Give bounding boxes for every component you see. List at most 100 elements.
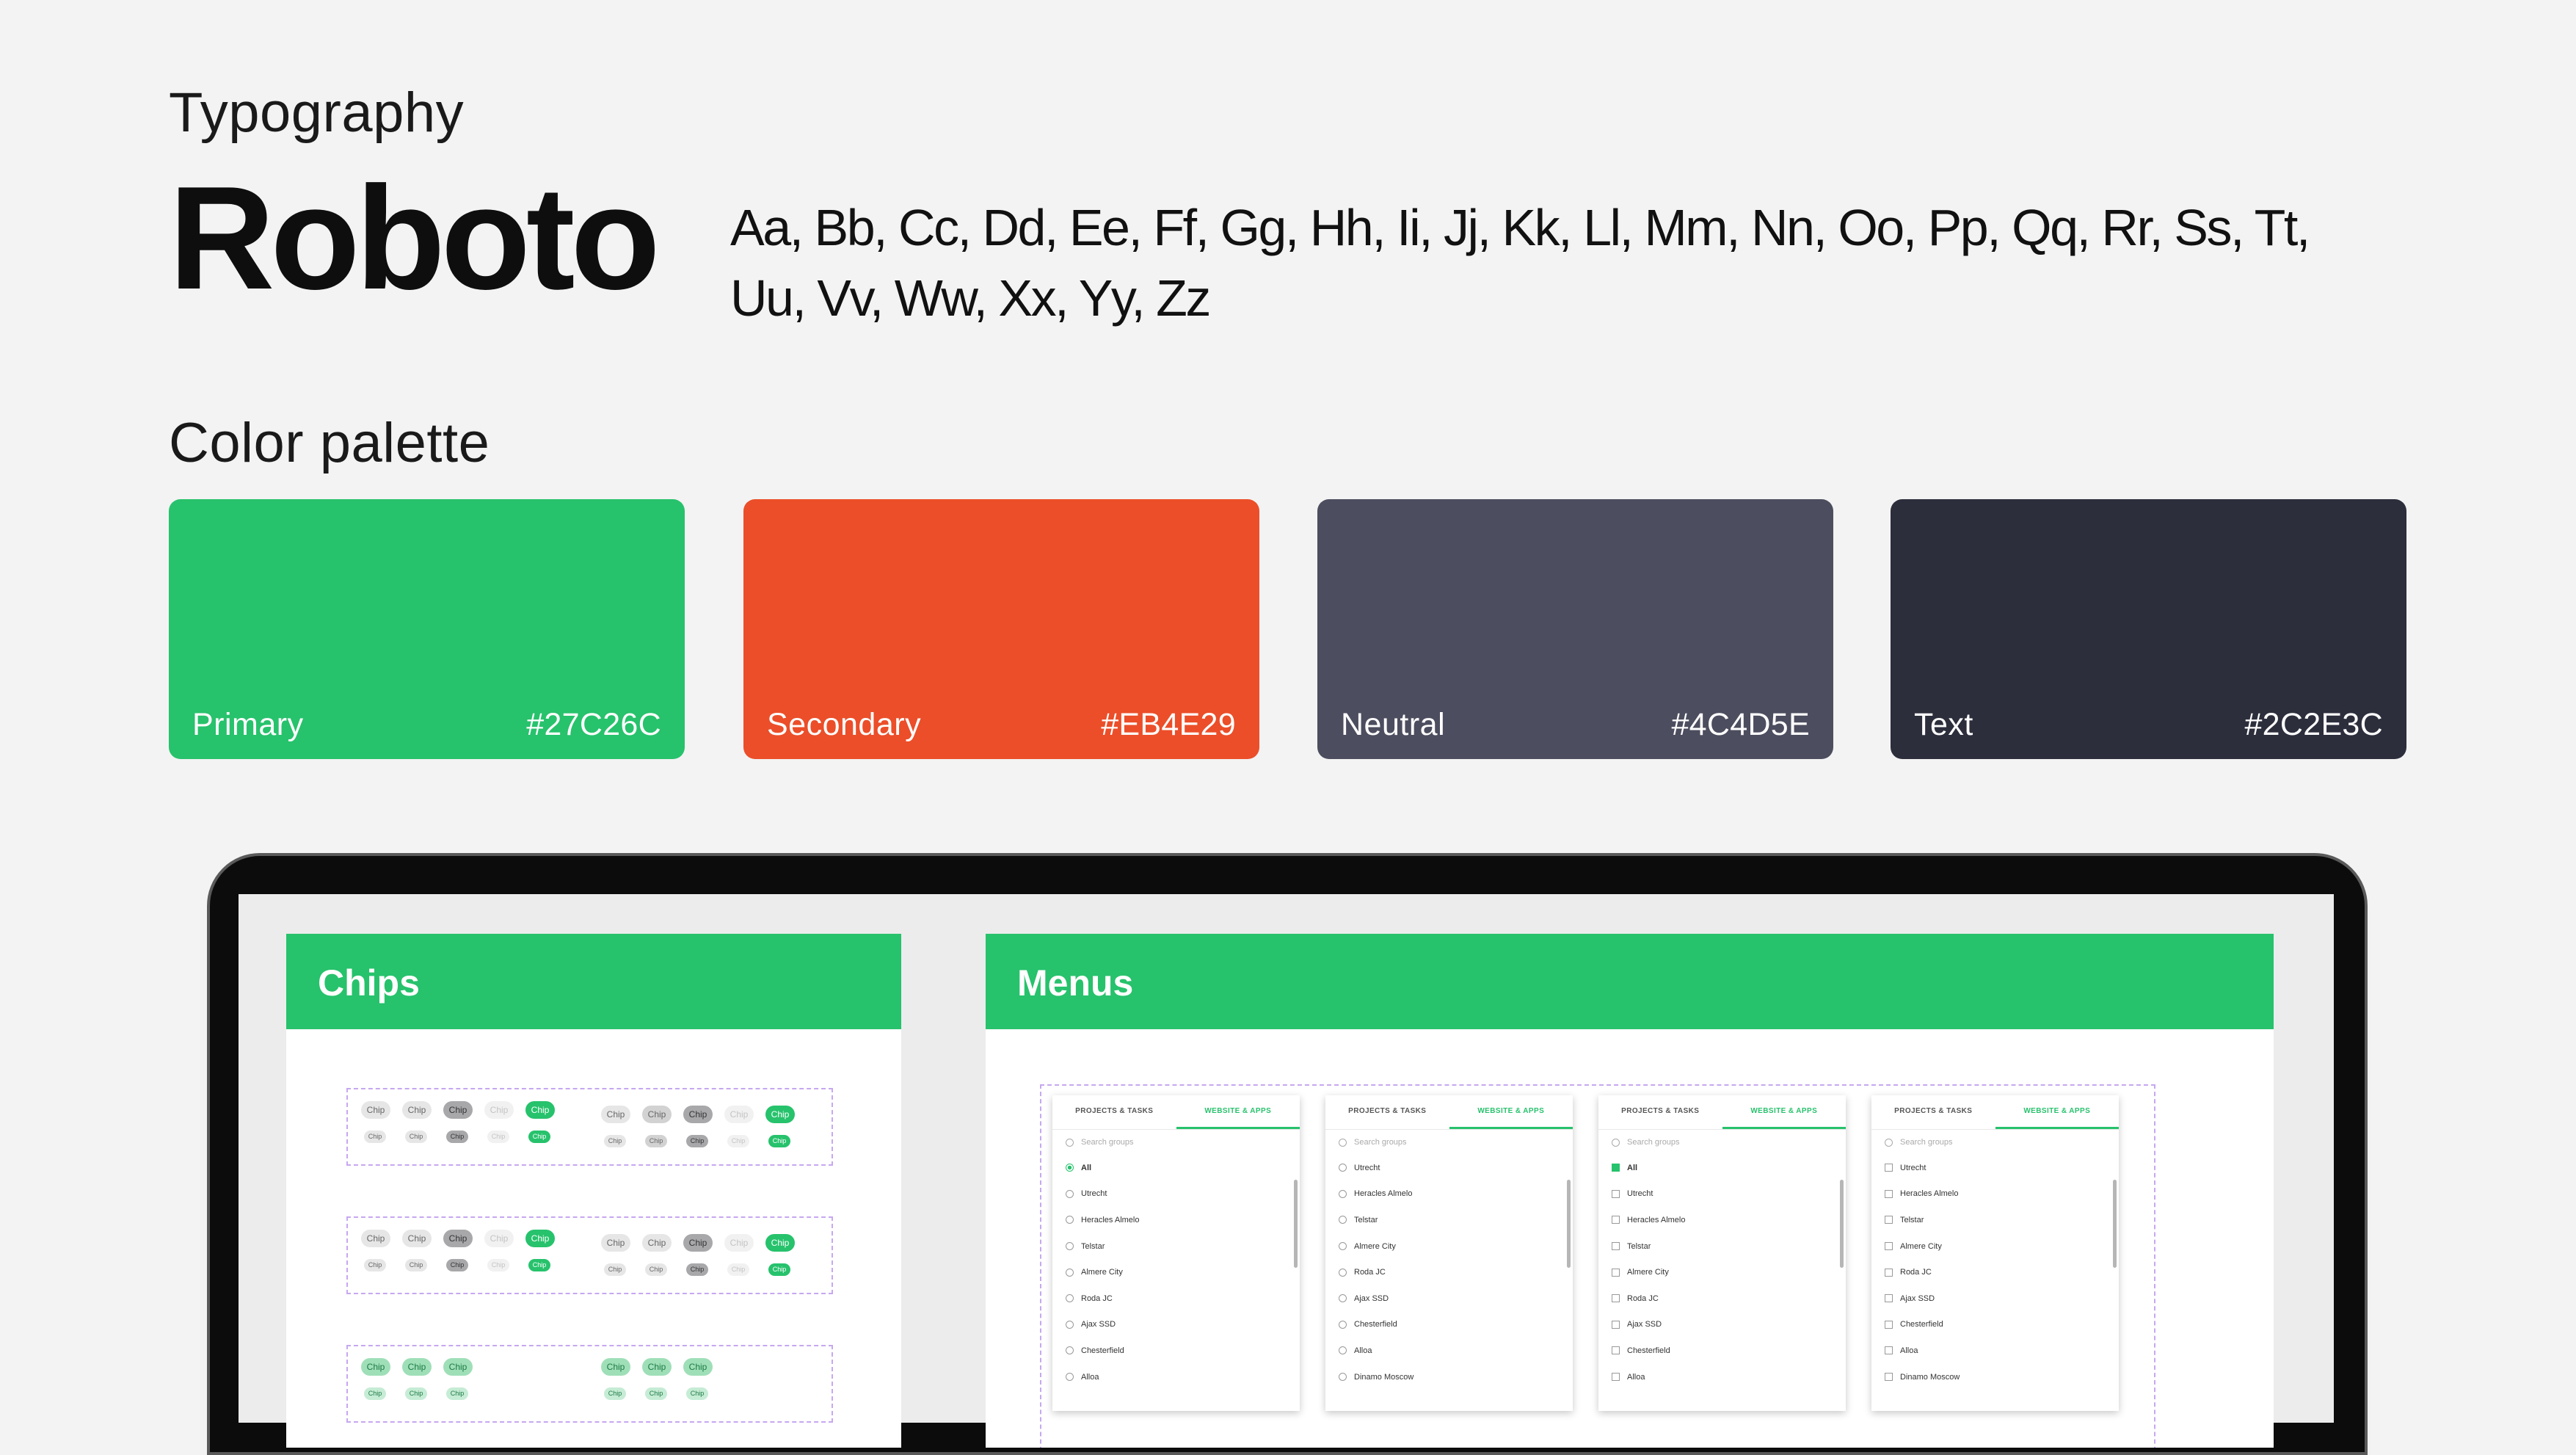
chip[interactable]: Chip — [645, 1387, 667, 1400]
chip[interactable]: Chip — [528, 1259, 550, 1271]
chip[interactable]: Chip — [402, 1358, 432, 1376]
chip[interactable]: Chip — [601, 1358, 630, 1376]
menu-item[interactable]: Almere City — [1871, 1233, 2119, 1260]
menu-item[interactable]: Ajax SSD — [1871, 1285, 2119, 1312]
menu-item[interactable]: Alloa — [1598, 1364, 1846, 1390]
menu-item[interactable]: All — [1052, 1155, 1300, 1181]
chip[interactable]: Chip — [768, 1135, 790, 1147]
menu-item[interactable]: All — [1598, 1155, 1846, 1181]
tab-projects-tasks[interactable]: PROJECTS & TASKS — [1325, 1095, 1449, 1129]
scrollbar[interactable] — [1840, 1180, 1844, 1268]
menu-item[interactable]: Roda JC — [1598, 1285, 1846, 1312]
chip[interactable]: Chip — [604, 1263, 626, 1276]
chip[interactable]: Chip — [525, 1101, 555, 1119]
menu-item[interactable]: Heracles Almelo — [1598, 1207, 1846, 1233]
chip[interactable]: Chip — [642, 1234, 672, 1252]
menu-item[interactable]: Dinamo Moscow — [1325, 1364, 1573, 1390]
chip[interactable]: Chip — [364, 1131, 386, 1143]
checkbox[interactable] — [1885, 1164, 1893, 1172]
chip[interactable]: Chip — [727, 1135, 749, 1147]
menu-item[interactable]: Telstar — [1052, 1233, 1300, 1260]
chip[interactable]: Chip — [364, 1387, 386, 1400]
menu-item[interactable]: Ajax SSD — [1598, 1312, 1846, 1338]
chip[interactable]: Chip — [601, 1234, 630, 1252]
tab-projects-tasks[interactable]: PROJECTS & TASKS — [1871, 1095, 1995, 1129]
chip[interactable]: Chip — [364, 1259, 386, 1271]
tab-website-apps[interactable]: WEBSITE & APPS — [1995, 1095, 2119, 1129]
radio-button[interactable] — [1066, 1320, 1074, 1329]
chip[interactable]: Chip — [361, 1230, 390, 1247]
checkbox[interactable] — [1885, 1242, 1893, 1251]
chip[interactable]: Chip — [601, 1106, 630, 1123]
menu-item[interactable]: Utrecht — [1052, 1181, 1300, 1208]
menu-item[interactable]: Utrecht — [1325, 1155, 1573, 1181]
menu-item[interactable]: Chesterfield — [1871, 1312, 2119, 1338]
chip[interactable]: Chip — [686, 1387, 708, 1400]
menu-item[interactable]: Ajax SSD — [1325, 1285, 1573, 1312]
search-input[interactable]: Search groups — [1325, 1130, 1573, 1155]
chip[interactable]: Chip — [604, 1387, 626, 1400]
menu-item[interactable]: Roda JC — [1325, 1259, 1573, 1285]
menu-item[interactable]: Almere City — [1052, 1259, 1300, 1285]
menu-item[interactable]: Ajax SSD — [1052, 1312, 1300, 1338]
chip[interactable]: Chip — [528, 1131, 550, 1143]
chip[interactable]: Chip — [402, 1101, 432, 1119]
chip[interactable]: Chip — [446, 1131, 468, 1143]
chip[interactable]: Chip — [645, 1135, 667, 1147]
checkbox[interactable] — [1885, 1346, 1893, 1355]
radio-button[interactable] — [1339, 1346, 1347, 1355]
chip[interactable]: Chip — [727, 1263, 749, 1276]
tab-projects-tasks[interactable]: PROJECTS & TASKS — [1052, 1095, 1176, 1129]
chip[interactable]: Chip — [642, 1106, 672, 1123]
menu-item[interactable]: Utrecht — [1598, 1181, 1846, 1208]
menu-item[interactable]: Chesterfield — [1052, 1338, 1300, 1364]
chip[interactable]: Chip — [604, 1135, 626, 1147]
radio-button[interactable] — [1066, 1373, 1074, 1382]
tab-website-apps[interactable]: WEBSITE & APPS — [1722, 1095, 1846, 1129]
chip[interactable]: Chip — [405, 1387, 427, 1400]
tab-website-apps[interactable]: WEBSITE & APPS — [1449, 1095, 1573, 1129]
menu-item[interactable]: Roda JC — [1052, 1285, 1300, 1312]
menu-item[interactable]: Alloa — [1871, 1338, 2119, 1364]
chip[interactable]: Chip — [487, 1259, 509, 1271]
chip[interactable]: Chip — [683, 1106, 713, 1123]
checkbox[interactable] — [1885, 1320, 1893, 1329]
checkbox[interactable] — [1885, 1373, 1893, 1382]
checkbox[interactable] — [1612, 1189, 1620, 1198]
radio-button[interactable] — [1339, 1294, 1347, 1303]
search-input[interactable]: Search groups — [1598, 1130, 1846, 1155]
chip[interactable]: Chip — [724, 1234, 754, 1252]
scrollbar[interactable] — [2113, 1180, 2117, 1268]
radio-button[interactable] — [1066, 1164, 1074, 1172]
radio-button[interactable] — [1339, 1268, 1347, 1277]
chip[interactable]: Chip — [443, 1101, 473, 1119]
checkbox[interactable] — [1885, 1216, 1893, 1224]
menu-item[interactable]: Alloa — [1325, 1338, 1573, 1364]
chip[interactable]: Chip — [443, 1358, 473, 1376]
chip[interactable]: Chip — [484, 1230, 514, 1247]
checkbox[interactable] — [1885, 1294, 1893, 1303]
radio-button[interactable] — [1339, 1242, 1347, 1251]
tab-website-apps[interactable]: WEBSITE & APPS — [1176, 1095, 1300, 1129]
menu-item[interactable]: Roda JC — [1871, 1259, 2119, 1285]
checkbox[interactable] — [1612, 1242, 1620, 1251]
chip[interactable]: Chip — [686, 1135, 708, 1147]
chip[interactable]: Chip — [765, 1106, 795, 1123]
menu-item[interactable]: Heracles Almelo — [1052, 1207, 1300, 1233]
chip[interactable]: Chip — [402, 1230, 432, 1247]
chip[interactable]: Chip — [686, 1263, 708, 1276]
search-input[interactable]: Search groups — [1871, 1130, 2119, 1155]
chip[interactable]: Chip — [443, 1230, 473, 1247]
search-input[interactable]: Search groups — [1052, 1130, 1300, 1155]
checkbox[interactable] — [1885, 1268, 1893, 1277]
radio-button[interactable] — [1066, 1189, 1074, 1198]
radio-button[interactable] — [1066, 1242, 1074, 1251]
chip[interactable]: Chip — [724, 1106, 754, 1123]
checkbox[interactable] — [1612, 1294, 1620, 1303]
menu-item[interactable]: Telstar — [1325, 1207, 1573, 1233]
chip[interactable]: Chip — [525, 1230, 555, 1247]
menu-item[interactable]: Heracles Almelo — [1871, 1181, 2119, 1208]
tab-projects-tasks[interactable]: PROJECTS & TASKS — [1598, 1095, 1722, 1129]
radio-button[interactable] — [1339, 1320, 1347, 1329]
radio-button[interactable] — [1066, 1346, 1074, 1355]
